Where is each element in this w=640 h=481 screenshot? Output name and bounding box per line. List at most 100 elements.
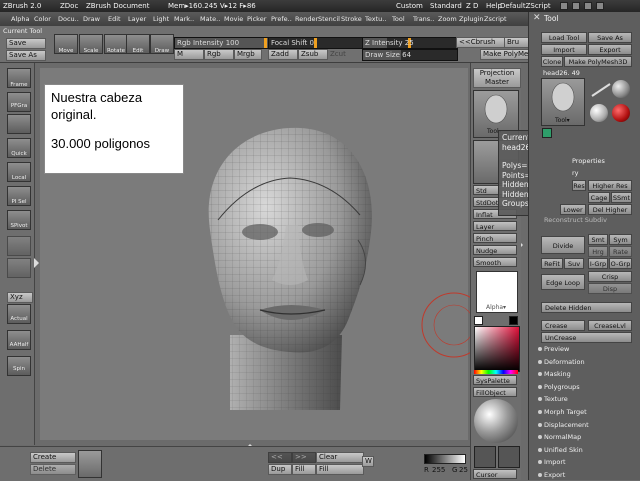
res-button[interactable]: Res — [572, 180, 586, 191]
secondary-color-swatch[interactable] — [509, 316, 518, 325]
del-higher-button[interactable]: Del Higher — [588, 204, 632, 215]
rgb-intensity-slider[interactable]: Rgb Intensity 100 — [174, 37, 270, 49]
subpalette-masking[interactable]: Masking — [538, 370, 571, 378]
color-picker[interactable] — [474, 326, 520, 372]
fill-layer-button[interactable]: Fill — [316, 464, 364, 475]
higher-res-button[interactable]: Higher Res — [588, 180, 632, 191]
mrgb-button[interactable]: Mrgb — [234, 49, 262, 60]
stick-tool-icon[interactable] — [590, 82, 612, 98]
subpalette-normalmap[interactable]: NormalMap — [537, 433, 581, 441]
m-button[interactable]: M — [174, 49, 204, 60]
pfgra-button[interactable] — [7, 92, 31, 112]
save-button[interactable]: Save — [6, 38, 46, 49]
crease-button[interactable]: Crease — [541, 320, 585, 331]
menu-trans[interactable]: Trans.. — [413, 12, 434, 26]
standard-button[interactable]: Standard — [430, 0, 462, 12]
main-color-swatch[interactable] — [474, 316, 483, 325]
menu-light[interactable]: Light — [153, 12, 169, 26]
hue-slider[interactable] — [474, 370, 518, 374]
focal-shift-slider[interactable]: Focal Shift 0 — [268, 37, 364, 49]
save-as-button[interactable]: Save As — [6, 50, 46, 61]
cube-view-button[interactable] — [7, 114, 31, 134]
dup-button[interactable]: Dup — [268, 464, 292, 475]
cage-button[interactable]: Cage — [588, 192, 610, 203]
subpalette-morph-target[interactable]: Morph Target — [538, 408, 587, 416]
smooth-brush-button[interactable]: Smooth — [473, 257, 517, 267]
menu-stroke[interactable]: Stroke — [341, 12, 362, 26]
menu-docu[interactable]: Docu.. — [58, 12, 79, 26]
menu-render[interactable]: Render — [295, 12, 318, 26]
hrg-button[interactable]: Hrg — [588, 246, 608, 257]
fill-button[interactable]: Fill — [292, 464, 316, 475]
zd-button[interactable]: Z D — [466, 0, 478, 12]
igrp-button[interactable]: I-Grp — [588, 258, 608, 269]
subpalette-polygroups[interactable]: Polygroups — [538, 383, 580, 391]
minimize-icon[interactable] — [560, 2, 568, 10]
material-sphere[interactable] — [474, 399, 518, 443]
sym-button[interactable]: Sym — [609, 234, 632, 245]
uncrease-button[interactable]: UnCrease — [541, 332, 632, 343]
custom-button[interactable]: Custom — [396, 0, 423, 12]
restore-icon[interactable] — [584, 2, 592, 10]
tool-panel-close-icon[interactable]: ✕ — [533, 13, 541, 23]
head-model[interactable] — [190, 120, 390, 410]
draw-size-slider[interactable]: Draw Size 64 — [362, 49, 458, 61]
cursor-thumb-2[interactable] — [498, 446, 520, 468]
zsub-button[interactable]: Zsub — [298, 49, 328, 60]
reconstruct-subdiv-label[interactable]: Reconstruct Subdiv — [544, 216, 607, 224]
syspalette-button[interactable]: SysPalette — [473, 375, 517, 385]
menu-zoom[interactable]: Zoom — [438, 12, 457, 26]
red-sphere-tool-icon[interactable] — [612, 104, 630, 122]
menu-stencil[interactable]: Stencil — [318, 12, 340, 26]
subpalette-deformation[interactable]: Deformation — [538, 358, 585, 366]
projection-master-button[interactable]: Projection Master — [473, 68, 521, 88]
tool-save-as-button[interactable]: Save As — [588, 32, 632, 43]
sphere3d-tool-icon[interactable] — [612, 80, 630, 98]
collapse-left-icon[interactable] — [34, 258, 39, 268]
green-tool-swatch[interactable] — [542, 128, 552, 138]
suv-button[interactable]: Suv — [564, 258, 584, 269]
subpalette-displacement[interactable]: Displacement — [538, 421, 589, 429]
y-axis-button[interactable] — [7, 258, 31, 278]
clear-button[interactable]: Clear — [316, 452, 364, 463]
properties-label[interactable]: Properties — [572, 157, 605, 165]
menu-mark[interactable]: Mark.. — [174, 12, 194, 26]
clone-button[interactable]: Clone — [541, 56, 563, 67]
ogrp-button[interactable]: O-Grp — [609, 258, 632, 269]
create-button[interactable]: Create — [30, 452, 76, 463]
brush-button[interactable]: Bru — [504, 37, 530, 48]
menu-mate[interactable]: Mate.. — [200, 12, 220, 26]
subpalette-unified-skin[interactable]: Unified Skin — [538, 446, 583, 454]
gradient-bar[interactable] — [424, 454, 466, 464]
subpalette-preview[interactable]: Preview — [537, 345, 569, 353]
menu-picker[interactable]: Picker — [247, 12, 266, 26]
pinch-brush-button[interactable]: Pinch — [473, 233, 517, 243]
menu-color[interactable]: Color — [34, 12, 51, 26]
menu-edit[interactable]: Edit — [108, 12, 121, 26]
cursor-button[interactable]: Cursor — [473, 469, 517, 479]
subpalette-export[interactable]: Export — [537, 471, 565, 479]
delete-button[interactable]: Delete — [30, 464, 76, 475]
menu-prefe[interactable]: Prefe.. — [271, 12, 292, 26]
divide-button[interactable]: Divide — [541, 236, 585, 254]
rate-button[interactable]: Rate — [609, 246, 632, 257]
close-icon[interactable] — [596, 2, 604, 10]
crease-lvl-button[interactable]: CreaseLvl — [588, 320, 632, 331]
maximize-icon[interactable] — [572, 2, 580, 10]
z-intensity-slider[interactable]: Z Intensity 25 — [362, 37, 458, 49]
disp-slider[interactable]: Disp — [588, 283, 632, 294]
rgb-button[interactable]: Rgb — [204, 49, 234, 60]
zdoc-label[interactable]: ZDoc — [60, 0, 78, 12]
export-button[interactable]: Export — [588, 44, 632, 55]
layer-brush-button[interactable]: Layer — [473, 221, 517, 231]
xyz-button[interactable]: Xyz — [7, 292, 33, 303]
next-button[interactable]: >> — [292, 452, 316, 463]
zadd-button[interactable]: Zadd — [268, 49, 298, 60]
menu-zscript[interactable]: Zscript — [484, 12, 507, 26]
edge-loop-button[interactable]: Edge Loop — [541, 274, 585, 290]
cursor-thumb-1[interactable] — [474, 446, 496, 468]
ssmt-button[interactable]: SSmt — [611, 192, 632, 203]
menu-movie[interactable]: Movie — [224, 12, 243, 26]
cbrush-button[interactable]: <<Cbrush — [456, 37, 506, 48]
nudge-brush-button[interactable]: Nudge — [473, 245, 517, 255]
